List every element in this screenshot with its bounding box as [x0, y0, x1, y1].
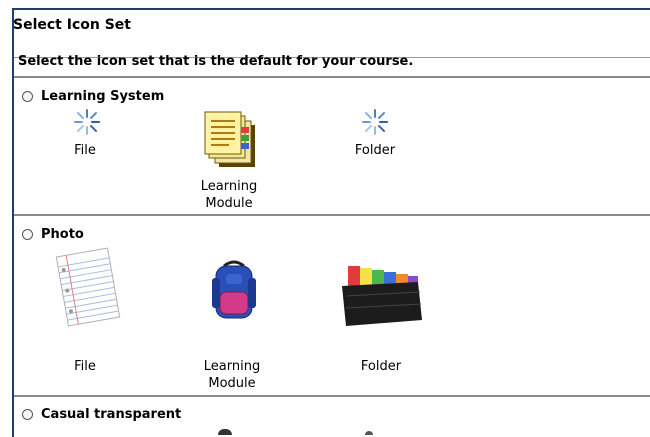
casual-icon-partial — [365, 431, 373, 435]
folder-caption-photo: Folder — [360, 359, 402, 374]
file-caption-photo: File — [74, 359, 96, 374]
icon-set-option-photo[interactable]: Photo — [22, 227, 84, 242]
set-divider-1 — [14, 214, 650, 216]
file-caption-learning-system: File — [74, 143, 96, 158]
radio-learning-system[interactable] — [22, 91, 33, 102]
radio-casual-transparent[interactable] — [22, 409, 33, 420]
notebook-paper-icon[interactable] — [48, 246, 128, 328]
page-title: Select Icon Set — [13, 17, 131, 33]
spinner-icon — [362, 109, 388, 135]
learning-module-icon[interactable] — [203, 111, 259, 169]
icon-set-option-casual-transparent[interactable]: Casual transparent — [22, 407, 181, 422]
backpack-icon[interactable] — [206, 258, 262, 324]
learning-module-caption-learning-system: Learning Module — [200, 179, 258, 211]
instruction-divider — [14, 76, 650, 78]
set-label-casual-transparent: Casual transparent — [41, 407, 182, 422]
set-label-learning-system: Learning System — [41, 89, 165, 104]
instruction-text: Select the icon set that is the default … — [18, 54, 414, 69]
spinner-icon — [74, 109, 100, 135]
icon-set-option-learning-system[interactable]: Learning System — [22, 89, 164, 104]
radio-photo[interactable] — [22, 229, 33, 240]
learning-module-caption-photo: Learning Module — [203, 359, 261, 391]
file-sorter-icon[interactable] — [338, 262, 426, 330]
folder-caption-learning-system: Folder — [354, 143, 396, 158]
set-divider-2 — [14, 395, 650, 397]
set-label-photo: Photo — [41, 227, 84, 242]
casual-icon-partial — [218, 429, 232, 435]
